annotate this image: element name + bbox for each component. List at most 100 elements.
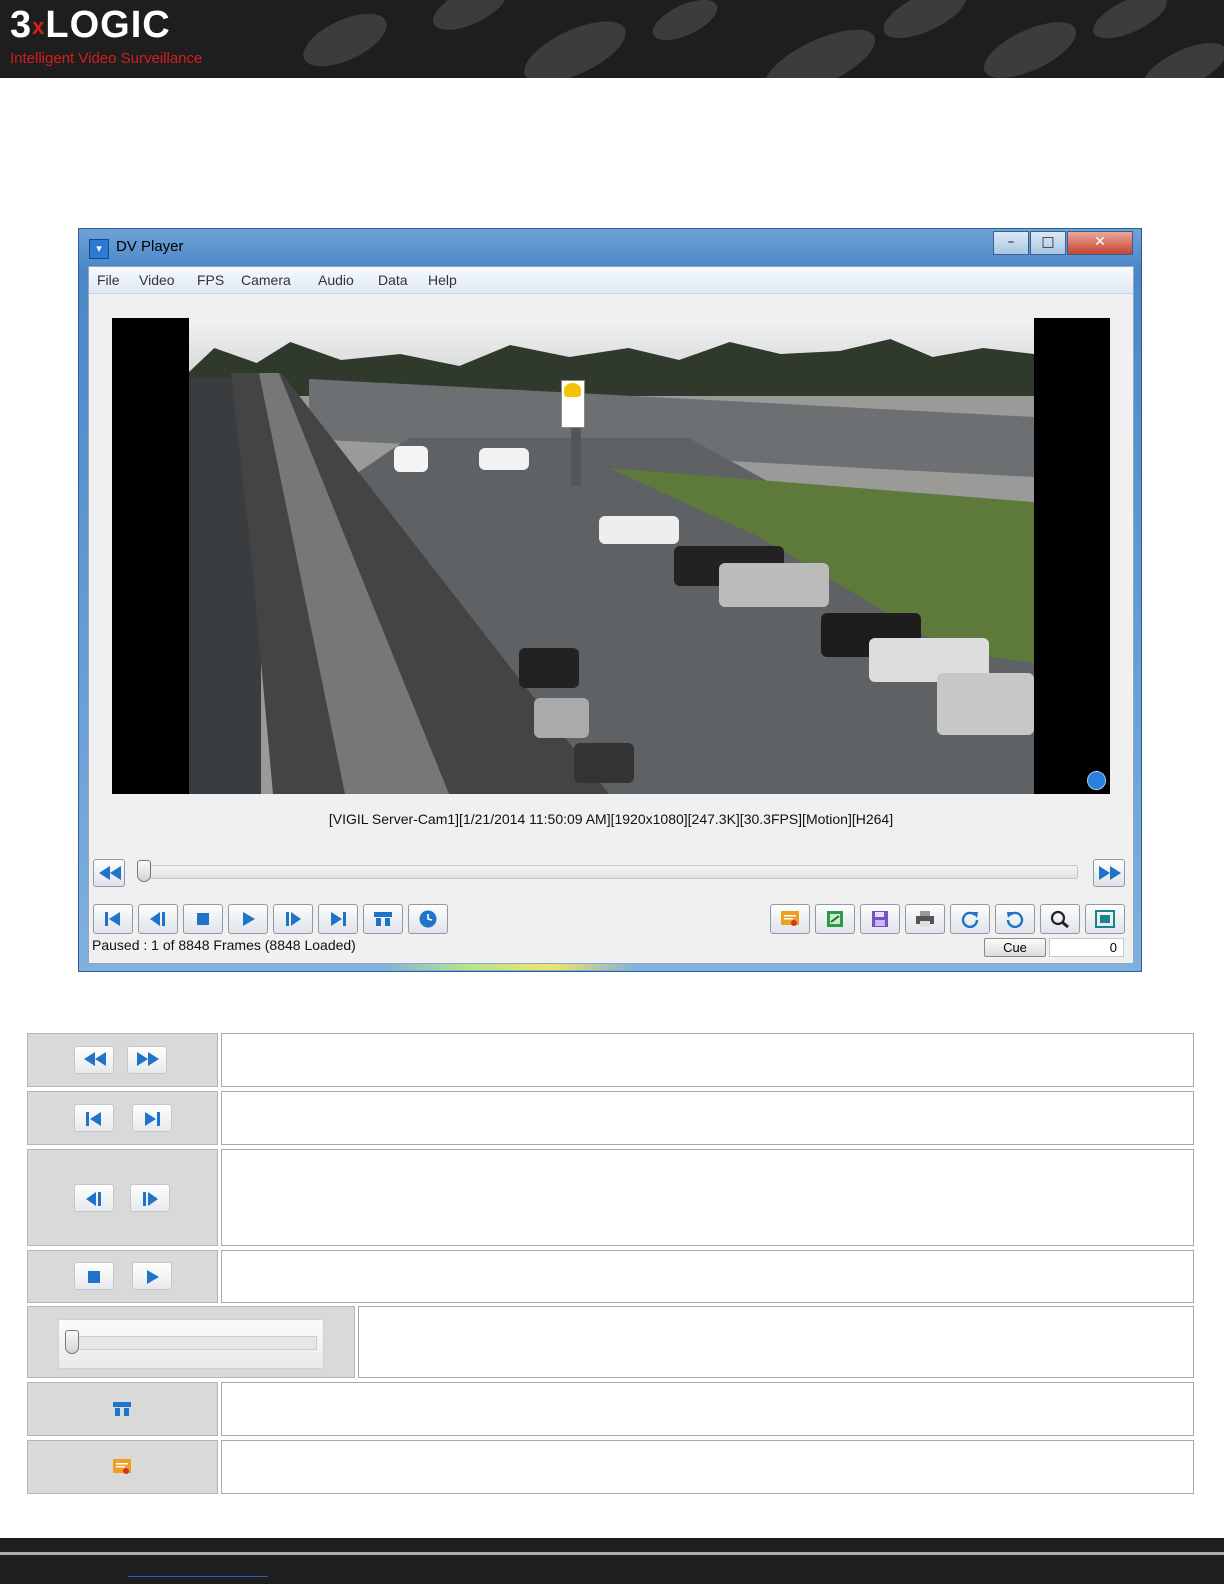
save-button[interactable] (860, 904, 900, 934)
rewind-icon (99, 866, 121, 880)
legend-icon-cell (27, 1440, 218, 1494)
legend-row-export-certificate (27, 1440, 1194, 1494)
footer-rule (0, 1552, 1224, 1555)
camera-frame (189, 318, 1034, 794)
legend-row-slider (27, 1306, 1194, 1378)
export-certificate-icon (781, 911, 799, 926)
export-image-button[interactable] (815, 904, 855, 934)
legend-fast-forward-button (127, 1046, 167, 1074)
seek-slider-track[interactable] (144, 865, 1078, 879)
first-frame-button[interactable] (93, 904, 133, 934)
last-frame-icon (145, 1112, 160, 1126)
footer-link[interactable] (128, 1576, 268, 1577)
client-area: File Video FPS Camera Audio Data Help [V… (88, 266, 1134, 964)
last-frame-icon (331, 912, 346, 926)
seek-slider-thumb[interactable] (137, 860, 151, 882)
minimize-button[interactable]: – (993, 231, 1029, 255)
menu-video[interactable]: Video (139, 272, 175, 288)
save-icon (872, 911, 888, 927)
menu-audio[interactable]: Audio (318, 272, 354, 288)
rotate-counterclockwise-icon (1006, 911, 1024, 928)
dv-player-window: ▾ DV Player – □ ✕ File Video FPS Camera … (78, 228, 1142, 972)
legend-last-frame-button (132, 1104, 172, 1132)
legend-slider-track (71, 1336, 317, 1350)
legend-description (221, 1149, 1194, 1246)
legend-cue-marker (103, 1395, 143, 1423)
clock-icon (419, 910, 437, 928)
stop-icon (197, 913, 209, 925)
legend-row-rewind-ff (27, 1033, 1194, 1087)
video-info-line: [VIGIL Server-Cam1][1/21/2014 11:50:09 A… (328, 811, 894, 827)
menu-file[interactable]: File (97, 272, 120, 288)
legend-icon-cell (27, 1033, 218, 1087)
export-certificate-button[interactable] (770, 904, 810, 934)
taskbar-progress-glow (379, 964, 639, 970)
legend-row-stop-play (27, 1250, 1194, 1303)
legend-icon-cell (27, 1306, 355, 1378)
cue-marker-icon (374, 912, 392, 926)
window-title: DV Player (116, 238, 184, 255)
legend-row-step (27, 1149, 1194, 1246)
menu-fps[interactable]: FPS (197, 272, 224, 288)
fit-screen-icon (1095, 910, 1115, 928)
fit-screen-button[interactable] (1085, 904, 1125, 934)
app-icon[interactable]: ▾ (89, 239, 109, 259)
export-image-icon (827, 911, 843, 927)
legend-play-button (132, 1262, 172, 1290)
maximize-button[interactable]: □ (1030, 231, 1066, 255)
time-jump-button[interactable] (408, 904, 448, 934)
step-back-button[interactable] (138, 904, 178, 934)
rewind-icon (84, 1052, 106, 1066)
menu-camera[interactable]: Camera (241, 272, 291, 288)
step-forward-icon (286, 912, 301, 926)
step-back-icon (150, 912, 165, 926)
stop-icon (88, 1271, 100, 1283)
title-bar[interactable]: ▾ DV Player – □ ✕ (79, 229, 1141, 265)
legend-description (221, 1033, 1194, 1087)
rotate-clockwise-icon (961, 911, 979, 928)
legend-export-certificate (103, 1453, 143, 1481)
menu-help[interactable]: Help (428, 272, 457, 288)
legend-step-forward-button (130, 1184, 170, 1212)
brand-tagline: Intelligent Video Surveillance (10, 50, 203, 67)
rewind-button[interactable] (93, 859, 125, 887)
cue-value-field[interactable]: 0 (1049, 938, 1124, 957)
first-frame-icon (86, 1112, 101, 1126)
legend-stop-button (74, 1262, 114, 1290)
status-text: Paused : 1 of 8848 Frames (8848 Loaded) (92, 937, 356, 953)
legend-description (221, 1440, 1194, 1494)
fast-forward-icon (1099, 866, 1121, 880)
zoom-button[interactable] (1040, 904, 1080, 934)
footer-banner (0, 1538, 1224, 1584)
close-button[interactable]: ✕ (1067, 231, 1133, 255)
step-forward-button[interactable] (273, 904, 313, 934)
play-button[interactable] (228, 904, 268, 934)
legend-description (358, 1306, 1194, 1378)
cue-marker-button[interactable] (363, 904, 403, 934)
fast-forward-button[interactable] (1093, 859, 1125, 887)
menu-data[interactable]: Data (378, 272, 408, 288)
cue-marker-icon (113, 1402, 131, 1416)
fast-forward-icon (137, 1052, 159, 1066)
legend-first-frame-button (74, 1104, 114, 1132)
step-back-icon (86, 1192, 101, 1206)
clock-icon[interactable] (1087, 771, 1106, 790)
brand-logo: 3xLOGIC (10, 4, 171, 46)
legend-icon-cell (27, 1250, 218, 1303)
stop-button[interactable] (183, 904, 223, 934)
legend-rewind-button (74, 1046, 114, 1074)
print-icon (916, 911, 934, 927)
first-frame-icon (105, 912, 120, 926)
legend-seek-slider (58, 1319, 324, 1369)
legend-icon-cell (27, 1149, 218, 1246)
menu-bar: File Video FPS Camera Audio Data Help (89, 267, 1133, 294)
rotate-clockwise-button[interactable] (950, 904, 990, 934)
legend-row-first-last (27, 1091, 1194, 1145)
last-frame-button[interactable] (318, 904, 358, 934)
legend-description (221, 1382, 1194, 1436)
rotate-counterclockwise-button[interactable] (995, 904, 1035, 934)
cue-button[interactable]: Cue (984, 938, 1046, 957)
legend-icon-cell (27, 1382, 218, 1436)
print-button[interactable] (905, 904, 945, 934)
video-viewport[interactable] (112, 318, 1110, 794)
